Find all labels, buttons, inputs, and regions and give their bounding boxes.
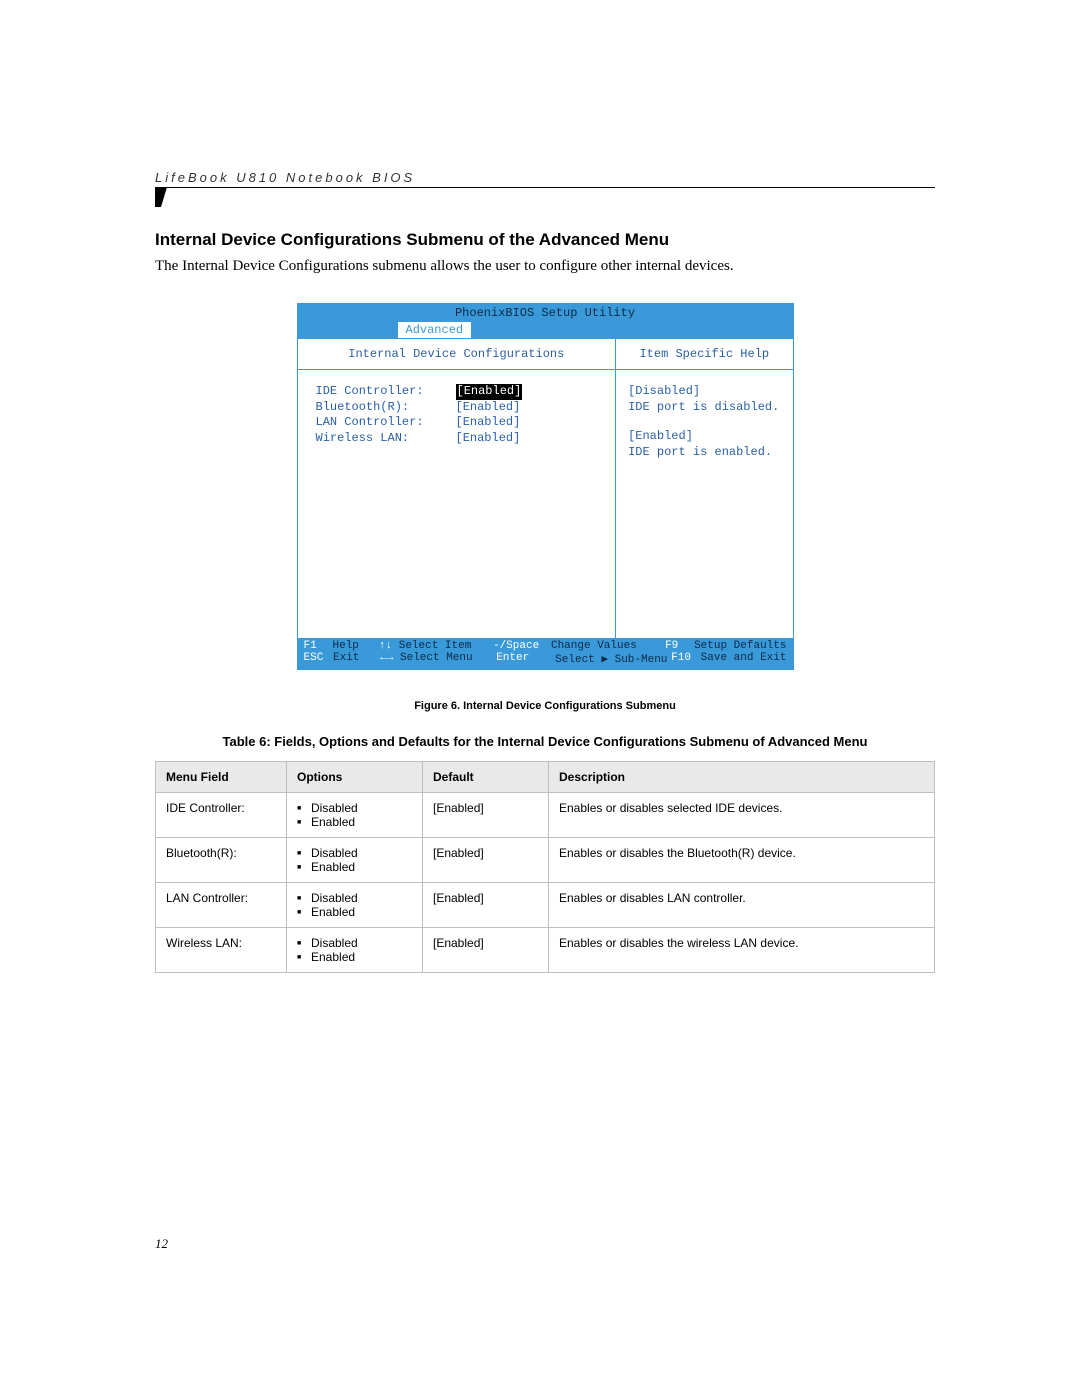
bios-key-label: Select Item (399, 640, 472, 652)
bios-setting-row[interactable]: IDE Controller: [Enabled] (316, 384, 598, 400)
intro-paragraph: The Internal Device Configurations subme… (155, 258, 935, 275)
bios-key-label: Exit (333, 652, 380, 666)
bios-key-label: Setup Defaults (694, 640, 786, 652)
default-cell: [Enabled] (423, 838, 549, 883)
options-cell: Disabled Enabled (287, 838, 423, 883)
bios-key: F10 (671, 652, 701, 666)
figure-caption: Figure 6. Internal Device Configurations… (155, 700, 935, 712)
options-cell: Disabled Enabled (287, 928, 423, 973)
table-row: Bluetooth(R): Disabled Enabled [Enabled]… (156, 838, 935, 883)
page-number: 12 (155, 1236, 168, 1252)
bios-setting-label: LAN Controller: (316, 415, 456, 431)
bios-setting-value[interactable]: [Enabled] (456, 384, 523, 400)
bios-settings-list: IDE Controller: [Enabled] Bluetooth(R): … (298, 370, 616, 638)
field-cell: LAN Controller: (156, 883, 287, 928)
bios-footer-row: F1 Help ↑↓ Select Item -/Space Change Va… (304, 640, 787, 652)
table-header-row: Menu Field Options Default Description (156, 762, 935, 793)
default-cell: [Enabled] (423, 928, 549, 973)
table-header: Menu Field (156, 762, 287, 793)
bios-setting-value[interactable]: [Enabled] (456, 415, 521, 431)
table-row: LAN Controller: Disabled Enabled [Enable… (156, 883, 935, 928)
bios-key: F1 (304, 640, 333, 652)
bios-key: F9 (665, 640, 694, 652)
bios-key: ←→ (380, 652, 393, 664)
bios-setting-value[interactable]: [Enabled] (456, 400, 521, 416)
bios-key-label: Save and Exit (701, 652, 787, 666)
bios-key: -/Space (493, 640, 551, 652)
bios-key: ESC (304, 652, 334, 666)
bios-footer: F1 Help ↑↓ Select Item -/Space Change Va… (298, 638, 793, 669)
bios-title: PhoenixBIOS Setup Utility (298, 304, 793, 322)
default-cell: [Enabled] (423, 793, 549, 838)
description-cell: Enables or disables selected IDE devices… (549, 793, 935, 838)
option-item: Disabled (297, 846, 412, 860)
bios-help-content: [Disabled] IDE port is disabled. [Enable… (616, 370, 792, 638)
bios-body: Internal Device Configurations IDE Contr… (298, 338, 793, 638)
bios-key-label: Change Values (551, 640, 665, 652)
section-title: Internal Device Configurations Submenu o… (155, 230, 935, 250)
table-header: Description (549, 762, 935, 793)
bios-footer-row: ESC Exit ←→ Select Menu Enter Select ▶ S… (304, 652, 787, 666)
options-cell: Disabled Enabled (287, 793, 423, 838)
field-cell: IDE Controller: (156, 793, 287, 838)
bios-screenshot: PhoenixBIOS Setup Utility Advanced Inter… (297, 303, 794, 670)
option-item: Disabled (297, 936, 412, 950)
bios-help-heading: [Enabled] (628, 429, 780, 445)
bios-setting-label: Bluetooth(R): (316, 400, 456, 416)
bios-help-heading: [Disabled] (628, 384, 780, 400)
bios-tab-bar: Advanced (298, 322, 793, 338)
bios-left-panel: Internal Device Configurations IDE Contr… (298, 339, 617, 638)
description-cell: Enables or disables the Bluetooth(R) dev… (549, 838, 935, 883)
bios-right-heading: Item Specific Help (616, 339, 792, 370)
fields-table: Menu Field Options Default Description I… (155, 761, 935, 973)
bios-setting-label: Wireless LAN: (316, 431, 456, 447)
bios-key-label: Help (333, 640, 379, 652)
description-cell: Enables or disables LAN controller. (549, 883, 935, 928)
field-cell: Bluetooth(R): (156, 838, 287, 883)
table-caption: Table 6: Fields, Options and Defaults fo… (155, 734, 935, 749)
table-header: Options (287, 762, 423, 793)
table-header: Default (423, 762, 549, 793)
option-item: Disabled (297, 801, 412, 815)
bios-tab-advanced[interactable]: Advanced (398, 322, 472, 338)
bios-key-label: Select Menu (400, 652, 473, 664)
bios-setting-row[interactable]: Bluetooth(R): [Enabled] (316, 400, 598, 416)
option-item: Disabled (297, 891, 412, 905)
document-page: LifeBook U810 Notebook BIOS Internal Dev… (0, 0, 1080, 1397)
bios-setting-row[interactable]: Wireless LAN: [Enabled] (316, 431, 598, 447)
option-item: Enabled (297, 815, 412, 829)
description-cell: Enables or disables the wireless LAN dev… (549, 928, 935, 973)
bios-key-label: Select ▶ Sub-Menu (555, 652, 671, 666)
bios-setting-label: IDE Controller: (316, 384, 456, 400)
table-row: IDE Controller: Disabled Enabled [Enable… (156, 793, 935, 838)
bios-help-text: IDE port is enabled. (628, 445, 780, 461)
option-item: Enabled (297, 905, 412, 919)
bios-key: Enter (496, 652, 555, 666)
header-marker-icon (155, 187, 167, 207)
option-item: Enabled (297, 860, 412, 874)
default-cell: [Enabled] (423, 883, 549, 928)
table-row: Wireless LAN: Disabled Enabled [Enabled]… (156, 928, 935, 973)
bios-help-text: IDE port is disabled. (628, 400, 780, 416)
option-item: Enabled (297, 950, 412, 964)
bios-setting-row[interactable]: LAN Controller: [Enabled] (316, 415, 598, 431)
options-cell: Disabled Enabled (287, 883, 423, 928)
bios-help-panel: Item Specific Help [Disabled] IDE port i… (616, 339, 792, 638)
field-cell: Wireless LAN: (156, 928, 287, 973)
running-header: LifeBook U810 Notebook BIOS (155, 170, 935, 188)
running-header-text: LifeBook U810 Notebook BIOS (155, 170, 415, 185)
bios-setting-value[interactable]: [Enabled] (456, 431, 521, 447)
bios-help-block: [Disabled] IDE port is disabled. (628, 384, 780, 415)
bios-key: ↑↓ (379, 640, 392, 652)
bios-left-heading: Internal Device Configurations (298, 339, 616, 370)
bios-help-block: [Enabled] IDE port is enabled. (628, 429, 780, 460)
